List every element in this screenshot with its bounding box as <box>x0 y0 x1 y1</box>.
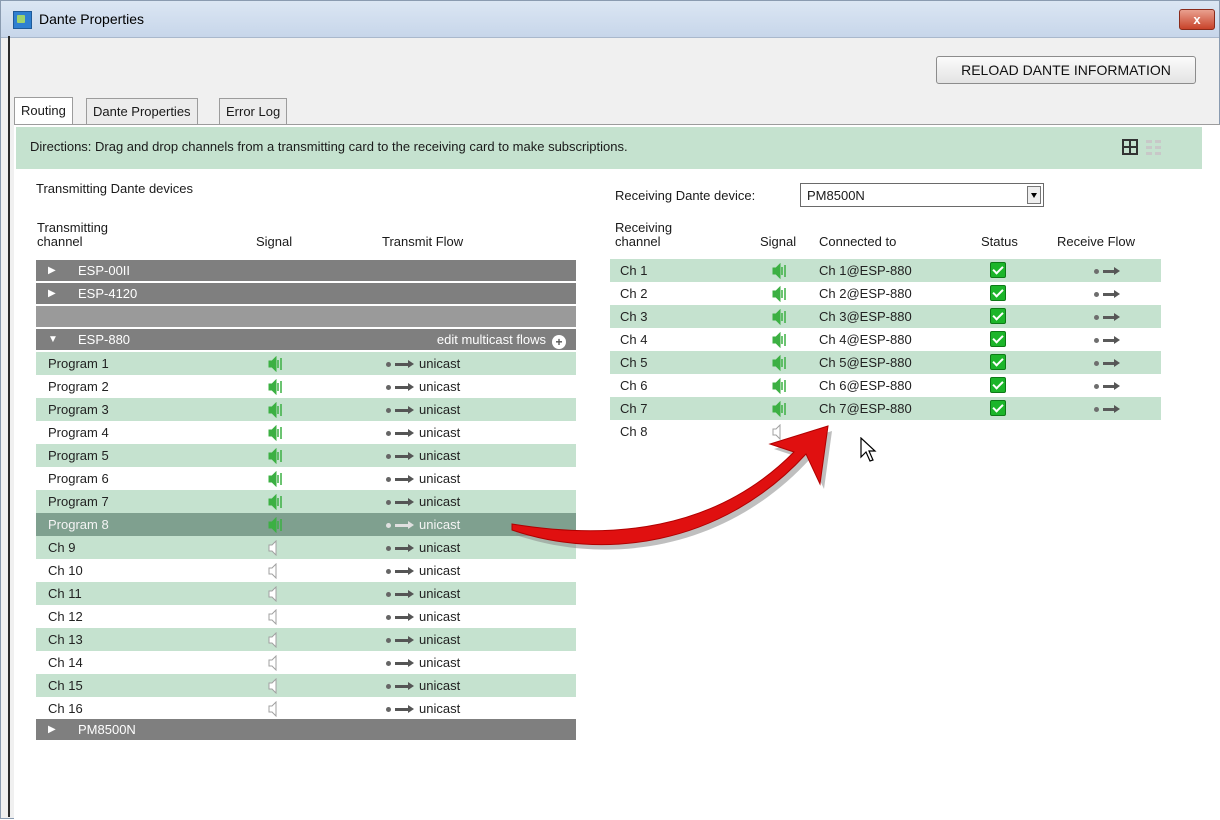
drag-arrow-overlay <box>511 425 832 550</box>
mouse-pointer-icon <box>860 437 877 462</box>
